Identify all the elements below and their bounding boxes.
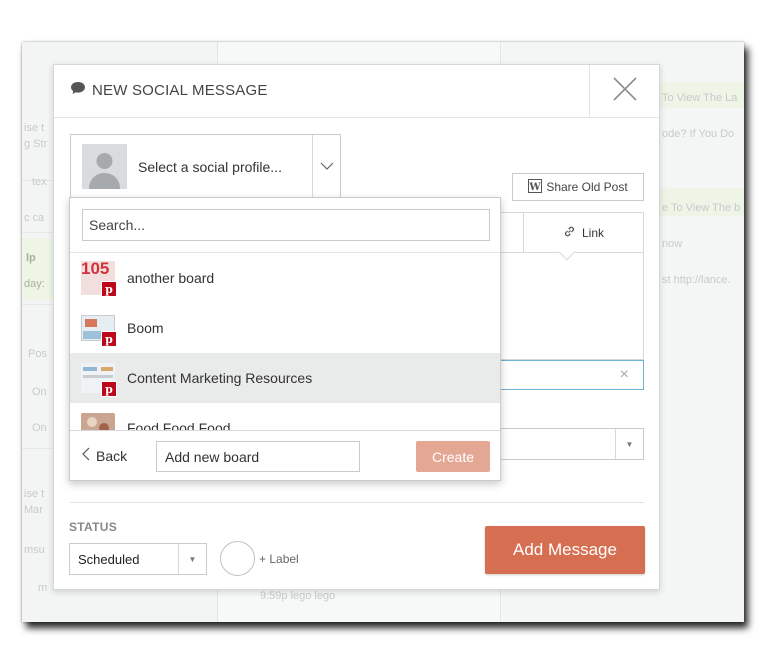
close-button[interactable] — [589, 65, 659, 118]
board-thumbnail — [81, 411, 115, 430]
chevron-left-icon — [82, 447, 90, 464]
board-thumbnail: 105 p — [81, 259, 117, 297]
wordpress-icon: W — [528, 178, 543, 196]
clear-icon[interactable]: × — [620, 366, 629, 384]
new-board-input[interactable] — [156, 441, 360, 472]
background-text: msu — [24, 544, 45, 556]
background-text: On — [32, 386, 47, 398]
modal-title-text: NEW SOCIAL MESSAGE — [92, 81, 268, 99]
pinterest-icon: p — [101, 281, 117, 297]
background-text: e To View The b — [662, 202, 741, 214]
caret-down-icon: ▼ — [615, 429, 643, 459]
background-highlight — [22, 238, 54, 300]
board-list: 105 p another board p Boom p Content Mar — [70, 252, 500, 430]
board-name: Content Marketing Resources — [127, 370, 313, 386]
list-item[interactable]: p Content Marketing Resources — [70, 353, 500, 403]
pinterest-icon: p — [101, 381, 117, 397]
modal-header: NEW SOCIAL MESSAGE — [54, 65, 659, 118]
create-board-button[interactable]: Create — [416, 441, 490, 472]
board-name: Food Food Food — [127, 420, 231, 430]
caret-down-icon: ▼ — [178, 544, 206, 574]
board-thumbnail: p — [81, 361, 117, 397]
board-thumbnail: p — [81, 311, 117, 347]
schedule-option-select[interactable]: ▼ — [500, 428, 644, 460]
background-text: g Str — [24, 138, 48, 150]
add-label-link[interactable]: + Label — [259, 552, 299, 566]
background-text: lp — [26, 252, 36, 264]
social-profile-select[interactable]: Select a social profile... — [70, 134, 341, 199]
chevron-down-icon[interactable] — [312, 135, 340, 198]
board-search-input[interactable] — [82, 209, 490, 241]
label-color-picker[interactable] — [220, 541, 255, 576]
add-message-button[interactable]: Add Message — [485, 526, 645, 574]
back-label: Back — [96, 447, 128, 464]
dropdown-footer: Back Create — [70, 430, 500, 480]
background-text: now — [662, 238, 683, 250]
background-text: On — [32, 422, 47, 434]
tab-link[interactable]: Link — [523, 213, 643, 253]
background-text: tex — [32, 176, 47, 188]
background-text: day: — [24, 278, 45, 290]
link-icon — [563, 225, 576, 241]
background-text: Pos — [28, 348, 47, 360]
list-item[interactable]: p Boom — [70, 303, 500, 353]
share-old-post-button[interactable]: W Share Old Post — [512, 173, 644, 201]
tab-link-label: Link — [581, 226, 604, 240]
share-old-post-label: Share Old Post — [546, 180, 628, 194]
list-item[interactable]: 105 p another board — [70, 253, 500, 303]
section-divider — [70, 502, 644, 503]
list-item[interactable]: Food Food Food — [70, 403, 500, 430]
profile-dropdown: 105 p another board p Boom p Content Mar — [69, 197, 501, 481]
status-value: Scheduled — [78, 551, 140, 567]
status-label: STATUS — [69, 520, 118, 534]
svg-text:W: W — [529, 182, 542, 193]
background-text: c ca — [24, 212, 45, 224]
board-name: another board — [127, 270, 215, 286]
profile-select-label: Select a social profile... — [138, 158, 282, 175]
back-button[interactable]: Back — [82, 447, 127, 464]
board-thumbnail-number: 105 — [81, 259, 110, 278]
speech-bubble-icon — [70, 81, 86, 99]
background-text: ode? If You Do — [662, 128, 735, 140]
background-text: 9:59p lego lego — [260, 590, 336, 602]
background-text: Mar — [24, 504, 43, 516]
modal-title: NEW SOCIAL MESSAGE — [70, 81, 268, 99]
background-text: st http://lance. — [662, 274, 731, 286]
pinterest-icon: p — [101, 331, 117, 347]
background-text: To View The La — [662, 92, 738, 104]
board-name: Boom — [127, 320, 164, 336]
close-icon[interactable] — [612, 76, 638, 107]
avatar-placeholder-icon — [82, 144, 127, 189]
background-text: ise t — [24, 122, 45, 134]
background-text: ise t — [24, 488, 45, 500]
status-select[interactable]: Scheduled ▼ — [69, 543, 207, 575]
background-text: m — [38, 582, 48, 594]
